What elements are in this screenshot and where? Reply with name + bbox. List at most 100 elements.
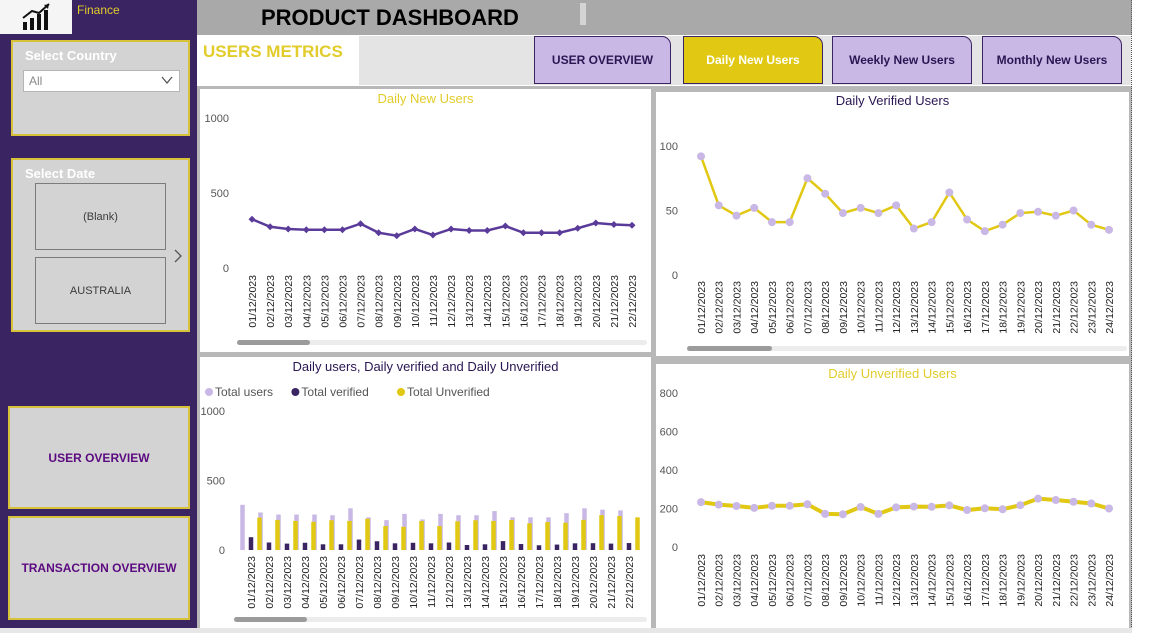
data-point — [538, 229, 546, 237]
bar — [365, 518, 370, 550]
x-tick-label: 02/12/2023 — [714, 281, 726, 334]
x-tick-label: 03/12/2023 — [282, 556, 294, 609]
legend-marker — [205, 388, 213, 396]
canvas-footer — [0, 628, 1132, 633]
nav-user-overview[interactable]: USER OVERVIEW — [8, 406, 190, 509]
x-tick-label: 14/12/2023 — [927, 281, 939, 334]
bar — [626, 543, 632, 550]
data-point — [767, 501, 776, 510]
x-tick-label: 13/12/2023 — [462, 556, 474, 609]
bar — [392, 543, 398, 550]
data-point — [714, 201, 723, 210]
data-point — [1016, 501, 1025, 510]
y-tick-label: 500 — [207, 476, 225, 488]
horizontal-scrollbar[interactable] — [237, 340, 310, 345]
tab-monthly-new-users[interactable]: Monthly New Users — [982, 36, 1122, 84]
bar — [482, 544, 488, 550]
data-point — [909, 224, 918, 233]
x-tick-label: 03/12/2023 — [731, 554, 743, 607]
tab-daily-new-users[interactable]: Daily New Users — [683, 36, 823, 84]
date-filter-title: Select Date — [25, 166, 96, 181]
x-tick-label: 02/12/2023 — [264, 556, 276, 609]
legend-label: Total Unverified — [407, 385, 490, 399]
x-tick-label: 11/12/2023 — [873, 554, 885, 606]
data-point — [980, 227, 989, 236]
data-point — [697, 498, 705, 507]
x-tick-label: 22/12/2023 — [627, 275, 639, 328]
data-point — [592, 219, 600, 227]
data-point — [821, 509, 830, 518]
x-tick-label: 17/12/2023 — [980, 554, 992, 607]
x-tick-label: 11/12/2023 — [428, 275, 440, 327]
header-divider — [580, 3, 586, 25]
tab-weekly-new-users[interactable]: Weekly New Users — [832, 36, 972, 84]
bar — [383, 526, 388, 550]
y-tick-label: 0 — [672, 270, 678, 282]
bar — [599, 515, 604, 550]
data-point — [963, 215, 972, 224]
y-tick-label: 0 — [223, 263, 229, 275]
x-tick-label: 18/12/2023 — [555, 275, 567, 328]
y-tick-label: 1000 — [201, 406, 225, 418]
date-tile-australia[interactable]: AUSTRALIA — [35, 257, 166, 324]
x-tick-label: 21/12/2023 — [606, 556, 618, 609]
x-tick-label: 18/12/2023 — [998, 281, 1010, 334]
data-point — [909, 502, 918, 511]
x-tick-label: 14/12/2023 — [482, 275, 494, 328]
data-point — [767, 218, 776, 227]
x-tick-label: 20/12/2023 — [591, 275, 603, 328]
x-tick-label: 06/12/2023 — [337, 275, 349, 328]
data-point — [998, 505, 1007, 514]
country-dropdown-value: All — [29, 74, 43, 88]
x-tick-label: 10/12/2023 — [410, 275, 422, 328]
data-point — [874, 209, 883, 218]
daily-verified-users-chart: 0 50 100 01/12/2023 02/12/2023 03/12/2023 04/1… — [660, 141, 1116, 334]
x-tick-label: 19/12/2023 — [570, 556, 582, 609]
legend-marker — [291, 388, 300, 396]
data-point — [1016, 209, 1025, 218]
page-title: PRODUCT DASHBOARD — [261, 5, 519, 30]
x-tick-label: 08/12/2023 — [820, 554, 832, 607]
bar — [320, 544, 326, 550]
bar — [464, 544, 470, 550]
data-point — [393, 232, 401, 240]
data-point — [320, 226, 328, 234]
bar — [275, 519, 280, 550]
x-tick-label: 02/12/2023 — [714, 554, 726, 607]
x-tick-label: 18/12/2023 — [998, 554, 1010, 607]
x-tick-label: 18/12/2023 — [552, 556, 564, 609]
bar — [329, 520, 334, 550]
bar — [248, 537, 254, 550]
legend-label: Total users — [215, 385, 273, 399]
data-point — [927, 502, 936, 511]
y-tick-label: 600 — [660, 427, 678, 439]
x-tick-label: 06/12/2023 — [785, 554, 797, 607]
y-tick-label: 0 — [672, 542, 678, 554]
bar — [437, 526, 442, 550]
bar — [356, 539, 362, 550]
tab-user-overview[interactable]: USER OVERVIEW — [534, 36, 671, 84]
data-point — [1034, 207, 1043, 216]
chevron-right-icon[interactable] — [172, 248, 184, 264]
x-tick-label: 10/12/2023 — [408, 556, 420, 609]
bar — [608, 543, 614, 550]
bar — [266, 542, 272, 550]
horizontal-scrollbar[interactable] — [234, 617, 307, 622]
x-tick-label: 15/12/2023 — [498, 556, 510, 609]
data-point — [1105, 225, 1113, 234]
x-tick-label: 08/12/2023 — [372, 556, 384, 609]
x-tick-label: 06/12/2023 — [336, 556, 348, 609]
daily-new-users-panel: Daily New Users 0 500 1000 01/12/2023 02/12/… — [200, 89, 651, 352]
daily-unverified-users-chart: 0 200 400 600 800 01/12/2023 02/12/2023 03/12/2… — [660, 388, 1116, 607]
x-tick-label: 04/12/2023 — [301, 275, 313, 328]
x-tick-label: 22/12/2023 — [1069, 281, 1081, 334]
x-tick-label: 15/12/2023 — [944, 554, 956, 607]
date-tile-blank[interactable]: (Blank) — [35, 183, 166, 250]
data-point — [945, 188, 954, 197]
dashboard-page: Finance Select Country All Select Date (… — [0, 0, 1158, 633]
horizontal-scrollbar[interactable] — [687, 346, 772, 351]
x-tick-label: 07/12/2023 — [354, 556, 366, 609]
country-dropdown[interactable]: All — [23, 70, 180, 92]
x-tick-label: 24/12/2023 — [1104, 281, 1116, 334]
nav-transaction-overview[interactable]: TRANSACTION OVERVIEW — [8, 516, 190, 620]
